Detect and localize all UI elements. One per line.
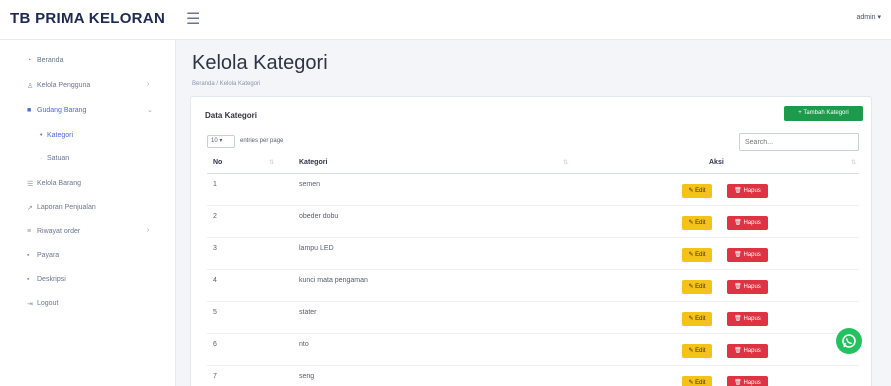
- edit-button[interactable]: ✎ Edit: [682, 184, 712, 198]
- top-navbar: TB PRIMA KELORAN ☰ admin ▾: [0, 0, 891, 40]
- data-card: Data Kategori + Tambah Kategori 10 ▾ ent…: [190, 96, 872, 386]
- category-name: kunci mata pengaman: [299, 277, 368, 284]
- sort-icon[interactable]: ⇅: [563, 159, 568, 166]
- row-number: 2: [213, 213, 217, 220]
- edit-button[interactable]: ✎ Edit: [682, 280, 712, 294]
- box-icon: ■: [27, 107, 32, 114]
- category-name: seng: [299, 373, 315, 380]
- table-row: 1 semen ✎ Edit 🗑 Hapus: [207, 174, 859, 206]
- user-menu[interactable]: admin ▾: [856, 13, 881, 21]
- sidebar-item-gudang-barang[interactable]: ■ Gudang Barang ⌄: [0, 100, 176, 122]
- sidebar-item-laporan-penjualan[interactable]: ↗ Laporan Penjualan: [0, 197, 176, 219]
- delete-button[interactable]: 🗑 Hapus: [727, 184, 768, 198]
- sidebar-item-satuan[interactable]: · Satuan: [0, 148, 176, 170]
- sidebar: ◔ Beranda ♙ Kelola Pengguna › ■ Gudang B…: [0, 40, 176, 386]
- sidebar-item-label: Beranda: [37, 57, 64, 64]
- edit-button[interactable]: ✎ Edit: [682, 248, 712, 262]
- edit-button[interactable]: ✎ Edit: [682, 216, 712, 230]
- sidebar-item-payara[interactable]: ▪ Payara: [0, 245, 176, 267]
- whatsapp-icon: [842, 334, 856, 348]
- row-number: 4: [213, 277, 217, 284]
- category-name: semen: [299, 181, 321, 188]
- sidebar-item-kelola-barang[interactable]: ☰ Kelola Barang: [0, 173, 176, 195]
- search-input[interactable]: [739, 133, 859, 151]
- sidebar-item-deskripsi[interactable]: ▪ Deskripsi: [0, 269, 176, 291]
- delete-button[interactable]: 🗑 Hapus: [727, 344, 768, 358]
- speedometer-icon: ◔: [27, 57, 32, 64]
- sidebar-item-label: Kelola Pengguna: [37, 82, 91, 89]
- sort-icon[interactable]: ⇅: [851, 159, 856, 166]
- table-row: 4 kunci mata pengaman ✎ Edit 🗑 Hapus: [207, 270, 859, 302]
- breadcrumb[interactable]: Beranda / Kelola Kategori: [192, 81, 260, 87]
- delete-button[interactable]: 🗑 Hapus: [727, 248, 768, 262]
- list-icon: ☰: [27, 181, 34, 188]
- delete-button[interactable]: 🗑 Hapus: [727, 216, 768, 230]
- edit-button[interactable]: ✎ Edit: [682, 344, 712, 358]
- card-title: Data Kategori: [205, 111, 258, 120]
- sidebar-item-logout[interactable]: ⇥ Logout: [0, 293, 176, 315]
- sidebar-item-label: Kelola Barang: [37, 180, 81, 187]
- row-number: 5: [213, 309, 217, 316]
- circle-icon: ·: [40, 155, 43, 162]
- category-name: obeder dobu: [299, 213, 339, 220]
- chevron-right-icon: ›: [147, 227, 150, 234]
- sidebar-item-label: Logout: [37, 300, 59, 307]
- card-icon: ▪: [27, 252, 30, 259]
- circle-icon: •: [40, 132, 43, 139]
- delete-button[interactable]: 🗑 Hapus: [727, 312, 768, 326]
- row-number: 3: [213, 245, 217, 252]
- table-row: 2 obeder dobu ✎ Edit 🗑 Hapus: [207, 206, 859, 238]
- menu-toggle-icon[interactable]: ☰: [186, 9, 200, 29]
- edit-button[interactable]: ✎ Edit: [682, 376, 712, 386]
- chevron-right-icon: ›: [147, 81, 150, 88]
- table-row: 3 lampu LED ✎ Edit 🗑 Hapus: [207, 238, 859, 270]
- sidebar-item-beranda[interactable]: ◔ Beranda: [0, 50, 176, 72]
- column-header-no[interactable]: No: [213, 159, 222, 166]
- entries-per-page-select[interactable]: 10 ▾: [207, 135, 235, 148]
- sidebar-item-riwayat-order[interactable]: ≡ Riwayat order ›: [0, 221, 176, 243]
- sort-icon[interactable]: ⇅: [269, 159, 274, 166]
- category-name: stater: [299, 309, 317, 316]
- add-category-button[interactable]: + Tambah Kategori: [784, 106, 863, 121]
- table-row: 6 nto ✎ Edit 🗑 Hapus: [207, 334, 859, 366]
- delete-button[interactable]: 🗑 Hapus: [727, 376, 768, 386]
- sidebar-item-kategori[interactable]: • Kategori: [0, 125, 176, 147]
- table-row: 5 stater ✎ Edit 🗑 Hapus: [207, 302, 859, 334]
- whatsapp-button[interactable]: [836, 328, 862, 354]
- brand-logo[interactable]: TB PRIMA KELORAN: [10, 10, 165, 27]
- category-name: lampu LED: [299, 245, 334, 252]
- history-icon: ≡: [27, 228, 32, 235]
- sidebar-item-label: Gudang Barang: [37, 107, 87, 114]
- users-icon: ♙: [27, 83, 34, 90]
- category-name: nto: [299, 341, 309, 348]
- entries-per-page-label: entries per page: [240, 138, 284, 144]
- logout-icon: ⇥: [27, 301, 33, 308]
- sidebar-item-label: Laporan Penjualan: [37, 204, 96, 211]
- sidebar-item-label: Payara: [37, 252, 60, 259]
- info-icon: ▪: [27, 276, 30, 283]
- chevron-down-icon: ⌄: [147, 107, 153, 114]
- sidebar-item-kelola-pengguna[interactable]: ♙ Kelola Pengguna ›: [0, 75, 176, 97]
- delete-button[interactable]: 🗑 Hapus: [727, 280, 768, 294]
- row-number: 1: [213, 181, 217, 188]
- page-title: Kelola Kategori: [192, 52, 328, 74]
- column-header-kategori[interactable]: Kategori: [299, 159, 327, 166]
- edit-button[interactable]: ✎ Edit: [682, 312, 712, 326]
- sidebar-item-label: Riwayat order: [37, 228, 81, 235]
- sidebar-item-label: Deskripsi: [37, 276, 66, 283]
- row-number: 6: [213, 341, 217, 348]
- chart-icon: ↗: [27, 205, 33, 212]
- sidebar-item-label: Satuan: [47, 155, 70, 162]
- table-row: 7 seng ✎ Edit 🗑 Hapus: [207, 366, 859, 386]
- column-header-aksi[interactable]: Aksi: [709, 159, 724, 166]
- row-number: 7: [213, 373, 217, 380]
- sidebar-item-label: Kategori: [47, 132, 74, 139]
